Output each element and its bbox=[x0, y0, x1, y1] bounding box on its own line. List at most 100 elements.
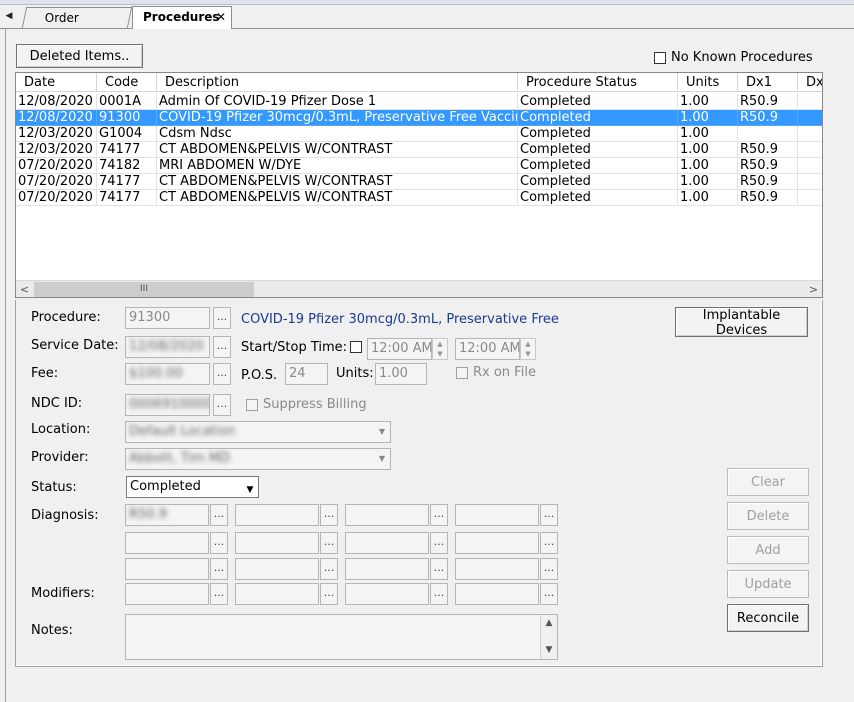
cell-units: 1.00 bbox=[678, 110, 738, 126]
diagnosis-lookup-button[interactable]: ... bbox=[430, 558, 448, 580]
modifier-lookup-button[interactable]: ... bbox=[320, 583, 338, 605]
clear-button[interactable]: Clear bbox=[727, 468, 809, 496]
scroll-down-icon[interactable]: ▼ bbox=[541, 642, 557, 659]
scroll-thumb[interactable]: III bbox=[34, 282, 254, 297]
column-header-dx[interactable]: Dx bbox=[798, 73, 822, 92]
diagnosis-field[interactable] bbox=[235, 504, 319, 526]
procedure-code-field[interactable]: 91300 bbox=[125, 307, 210, 329]
diagnosis-field[interactable] bbox=[455, 558, 539, 580]
cell-date: 12/03/2020 bbox=[16, 142, 97, 158]
table-row[interactable]: 07/20/2020 74177 CT ABDOMEN&PELVIS W/CONTR… bbox=[16, 190, 822, 206]
column-header-code[interactable]: Code bbox=[97, 73, 157, 92]
start-time-field[interactable]: 12:00 AM bbox=[367, 338, 432, 360]
table-row[interactable]: 12/03/2020 G1004 Cdsm Ndsc Completed 1.00 bbox=[16, 126, 822, 142]
table-row[interactable]: 12/08/2020 0001A Admin Of COVID-19 Pfizer … bbox=[16, 94, 822, 110]
tab-scroll-left-icon[interactable]: ◀ bbox=[2, 8, 16, 24]
modifier-lookup-button[interactable]: ... bbox=[540, 583, 558, 605]
diagnosis-lookup-button[interactable]: ... bbox=[320, 532, 338, 554]
diagnosis-field[interactable] bbox=[235, 558, 319, 580]
table-row[interactable]: 12/08/2020 91300 COVID-19 Pfizer 30mcg/0.3… bbox=[16, 110, 822, 126]
start-stop-time-checkbox[interactable] bbox=[350, 341, 362, 353]
location-dropdown[interactable]: Default Location ▼ bbox=[125, 421, 391, 443]
modifier-field[interactable] bbox=[235, 583, 319, 605]
cell-description: CT ABDOMEN&PELVIS W/CONTRAST bbox=[157, 142, 518, 158]
dropdown-arrow-icon: ▼ bbox=[246, 485, 254, 495]
diagnosis-value: R50.9 bbox=[129, 507, 167, 522]
table-row[interactable]: 07/20/2020 74177 CT ABDOMEN&PELVIS W/CONTR… bbox=[16, 174, 822, 190]
notes-scrollbar[interactable]: ▲ ▼ bbox=[540, 615, 557, 659]
diagnosis-field[interactable] bbox=[345, 558, 429, 580]
diagnosis-lookup-button[interactable]: ... bbox=[540, 532, 558, 554]
diagnosis-field[interactable] bbox=[125, 532, 209, 554]
provider-dropdown[interactable]: Abbott, Tim MD ▼ bbox=[125, 448, 391, 470]
diagnosis-lookup-button[interactable]: ... bbox=[430, 504, 448, 526]
procedure-lookup-button[interactable]: ... bbox=[213, 307, 231, 329]
modifier-field[interactable] bbox=[345, 583, 429, 605]
implantable-devices-button[interactable]: Implantable Devices bbox=[675, 307, 808, 338]
ndc-lookup-button[interactable]: ... bbox=[213, 394, 231, 416]
diagnosis-field[interactable]: R50.9 bbox=[125, 504, 209, 526]
diagnosis-lookup-button[interactable]: ... bbox=[540, 504, 558, 526]
ndc-id-field[interactable]: 00069100001 bbox=[125, 394, 210, 416]
diagnosis-lookup-button[interactable]: ... bbox=[210, 504, 228, 526]
diagnosis-lookup-button[interactable]: ... bbox=[210, 558, 228, 580]
column-header-units[interactable]: Units bbox=[678, 73, 738, 92]
update-button[interactable]: Update bbox=[727, 570, 809, 598]
rx-on-file-checkbox[interactable] bbox=[456, 367, 468, 379]
diagnosis-lookup-button[interactable]: ... bbox=[320, 504, 338, 526]
add-button[interactable]: Add bbox=[727, 536, 809, 564]
diagnosis-field[interactable] bbox=[455, 504, 539, 526]
scroll-right-icon[interactable]: > bbox=[805, 281, 822, 297]
modifier-lookup-button[interactable]: ... bbox=[210, 583, 228, 605]
procedures-grid[interactable]: Date Code Description Procedure Status U… bbox=[15, 72, 823, 298]
diagnosis-lookup-button[interactable]: ... bbox=[430, 532, 448, 554]
stop-time-spinner[interactable]: ▲ ▼ bbox=[520, 338, 536, 360]
notes-textarea[interactable]: ▲ ▼ bbox=[125, 614, 558, 660]
ndc-id-label: NDC ID: bbox=[31, 396, 83, 411]
diagnosis-field[interactable] bbox=[345, 532, 429, 554]
cell-status: Completed bbox=[518, 94, 678, 110]
scroll-left-icon[interactable]: < bbox=[16, 281, 33, 297]
delete-button[interactable]: Delete bbox=[727, 502, 809, 530]
diagnosis-field[interactable] bbox=[345, 504, 429, 526]
spin-down-icon[interactable]: ▼ bbox=[521, 349, 535, 359]
column-header-procedure-status[interactable]: Procedure Status bbox=[518, 73, 678, 92]
pos-field[interactable]: 24 bbox=[285, 363, 328, 385]
units-value: 1.00 bbox=[379, 366, 408, 381]
scroll-up-icon[interactable]: ▲ bbox=[541, 615, 557, 632]
close-tab-icon[interactable]: ✕ bbox=[216, 10, 228, 24]
column-header-date[interactable]: Date bbox=[16, 73, 97, 92]
spin-up-icon[interactable]: ▲ bbox=[521, 339, 535, 349]
service-date-picker-button[interactable]: ... bbox=[213, 336, 231, 358]
fee-field[interactable]: $100.00 bbox=[125, 363, 210, 385]
no-known-procedures-checkbox[interactable] bbox=[654, 52, 666, 64]
suppress-billing-checkbox[interactable] bbox=[246, 399, 258, 411]
horizontal-scrollbar[interactable]: < III > bbox=[16, 280, 822, 297]
tab-label: Procedures bbox=[143, 10, 220, 24]
cell-code: 91300 bbox=[97, 110, 157, 126]
diagnosis-lookup-button[interactable]: ... bbox=[210, 532, 228, 554]
start-time-spinner[interactable]: ▲ ▼ bbox=[432, 338, 448, 360]
column-header-description[interactable]: Description bbox=[157, 73, 518, 92]
tab-order-module[interactable]: Order Module bbox=[21, 7, 133, 45]
modifier-field[interactable] bbox=[125, 583, 209, 605]
stop-time-field[interactable]: 12:00 AM bbox=[455, 338, 520, 360]
diagnosis-field[interactable] bbox=[455, 532, 539, 554]
deleted-items-button[interactable]: Deleted Items.. bbox=[16, 44, 143, 68]
diagnosis-field[interactable] bbox=[235, 532, 319, 554]
diagnosis-lookup-button[interactable]: ... bbox=[540, 558, 558, 580]
spin-down-icon[interactable]: ▼ bbox=[433, 349, 447, 359]
modifier-field[interactable] bbox=[455, 583, 539, 605]
units-field[interactable]: 1.00 bbox=[375, 363, 427, 385]
modifier-lookup-button[interactable]: ... bbox=[430, 583, 448, 605]
table-row[interactable]: 07/20/2020 74182 MRI ABDOMEN W/DYE Complete… bbox=[16, 158, 822, 174]
diagnosis-field[interactable] bbox=[125, 558, 209, 580]
spin-up-icon[interactable]: ▲ bbox=[433, 339, 447, 349]
status-dropdown[interactable]: Completed ▼ bbox=[126, 476, 259, 498]
service-date-field[interactable]: 12/08/2020 bbox=[125, 336, 210, 358]
column-header-dx1[interactable]: Dx1 bbox=[738, 73, 798, 92]
fee-lookup-button[interactable]: ... bbox=[213, 363, 231, 385]
reconcile-button[interactable]: Reconcile bbox=[727, 604, 809, 632]
table-row[interactable]: 12/03/2020 74177 CT ABDOMEN&PELVIS W/CONTR… bbox=[16, 142, 822, 158]
diagnosis-lookup-button[interactable]: ... bbox=[320, 558, 338, 580]
